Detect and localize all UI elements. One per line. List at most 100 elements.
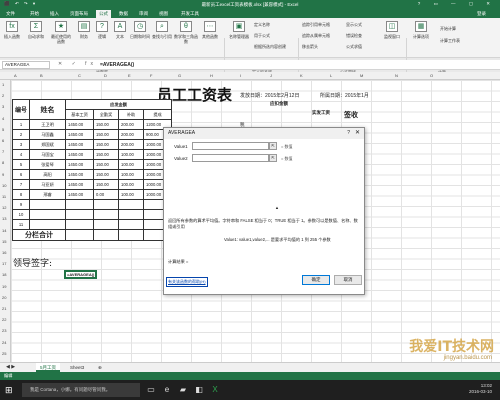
cell-no[interactable]: 1: [11, 119, 31, 130]
cell-name[interactable]: 马国鑫: [29, 129, 67, 140]
autosum-button[interactable]: Σ 自动求和: [26, 21, 46, 39]
remove-arrows-button[interactable]: 移去箭头: [302, 44, 318, 50]
row-header[interactable]: 19: [2, 284, 6, 289]
datetime-button[interactable]: ◷ 日期和时间: [130, 21, 150, 39]
row-header[interactable]: 1: [2, 82, 4, 87]
cell-name[interactable]: 张爱琴: [29, 159, 67, 170]
cell-base[interactable]: 1450.00: [65, 169, 95, 180]
row-header[interactable]: 10: [2, 183, 6, 188]
tab-home[interactable]: 开始: [27, 10, 42, 18]
excel-icon[interactable]: X: [210, 385, 220, 395]
sheet-tab-active[interactable]: 5月工资: [36, 363, 61, 372]
period[interactable]: 所属日期：2015年1月: [320, 92, 369, 99]
value1-input[interactable]: [192, 142, 269, 150]
insert-function-button[interactable]: fx 插入函数: [2, 21, 22, 39]
cell-no[interactable]: 4: [11, 149, 31, 160]
ok-button[interactable]: 确定: [302, 275, 330, 285]
row-header[interactable]: 2: [2, 93, 4, 98]
row-header[interactable]: 8: [2, 160, 4, 165]
column-header[interactable]: B: [40, 73, 43, 78]
cell-allowance[interactable]: 0.00: [93, 189, 120, 200]
value2-input[interactable]: [192, 154, 269, 162]
cell-subsidy[interactable]: 100.00: [118, 189, 145, 200]
windows-start-icon[interactable]: ⊞: [5, 385, 15, 395]
edge-icon[interactable]: e: [162, 385, 172, 395]
header-payable[interactable]: 应发金额: [65, 99, 173, 110]
tab-file[interactable]: 文件: [3, 10, 18, 18]
cell-name[interactable]: 马亚妍: [29, 179, 67, 190]
cell-allowance[interactable]: 150.00: [93, 159, 120, 170]
row-header[interactable]: 18: [2, 272, 6, 277]
cell-no[interactable]: 8: [11, 189, 31, 200]
header-no[interactable]: 编号: [11, 99, 31, 120]
cell-allowance[interactable]: 150.00: [93, 149, 120, 160]
cell-allowance[interactable]: 150.00: [93, 169, 120, 180]
cell-allowance[interactable]: [93, 209, 120, 220]
scroll-up-icon[interactable]: ▲: [275, 205, 279, 210]
column-header[interactable]: C: [78, 73, 81, 78]
cell-allowance[interactable]: 150.00: [93, 129, 120, 140]
cell-base[interactable]: 1450.00: [65, 189, 95, 200]
cell-name[interactable]: 邢睿: [29, 189, 67, 200]
cell-no[interactable]: 7: [11, 179, 31, 190]
cell-subsidy[interactable]: 200.00: [118, 119, 145, 130]
row-header[interactable]: 9: [2, 172, 4, 177]
math-button[interactable]: θ 数学和三角函数: [174, 21, 198, 44]
cancel-button[interactable]: 取消: [334, 275, 362, 285]
cell-subsidy[interactable]: 100.00: [118, 169, 145, 180]
cell-subsidy[interactable]: 100.00: [118, 179, 145, 190]
create-from-selection-button[interactable]: 根据所选内容创建: [254, 44, 286, 50]
formula-buttons[interactable]: ✕ ✓ fx: [58, 61, 97, 67]
row-header[interactable]: 25: [2, 351, 6, 356]
collapse-dialog-icon[interactable]: ⇱: [269, 142, 277, 150]
calc-sheet-button[interactable]: 计算工作表: [440, 38, 460, 44]
tab-insert[interactable]: 插入: [47, 10, 62, 18]
column-header[interactable]: H: [210, 73, 213, 78]
header-deduct[interactable]: 应扣金额: [270, 101, 288, 107]
formula-input[interactable]: =AVERAGEA(): [100, 62, 134, 68]
evaluate-formula-button[interactable]: 公式求值: [346, 44, 362, 50]
row-header[interactable]: 20: [2, 295, 6, 300]
name-box[interactable]: AVERAGEA: [2, 61, 50, 69]
active-cell-editor[interactable]: =AVERAGEA(): [64, 270, 97, 279]
row-header[interactable]: 7: [2, 149, 4, 154]
help-icon[interactable]: ?: [347, 130, 350, 136]
cell-name[interactable]: 马国宝: [29, 149, 67, 160]
cell-base[interactable]: [65, 219, 95, 230]
watch-window-button[interactable]: ◫ 监视窗口: [382, 21, 402, 39]
cell-name[interactable]: 郑国斌: [29, 139, 67, 150]
column-header[interactable]: N: [395, 73, 398, 78]
trace-dependents-button[interactable]: 追踪从属单元格: [302, 33, 330, 39]
row-header[interactable]: 16: [2, 250, 6, 255]
header-name[interactable]: 姓名: [29, 99, 67, 120]
cell-base[interactable]: 1450.00: [65, 179, 95, 190]
row-header[interactable]: 23: [2, 328, 6, 333]
sheet-nav-arrows[interactable]: ◀ ▶: [2, 363, 19, 372]
row-header[interactable]: 12: [2, 205, 6, 210]
row-header[interactable]: 13: [2, 216, 6, 221]
cell-base[interactable]: 1450.00: [65, 159, 95, 170]
sign-in-link[interactable]: 登录: [474, 10, 489, 18]
column-header[interactable]: G: [178, 73, 181, 78]
financial-button[interactable]: ▤ 财务: [76, 21, 92, 39]
cell-name[interactable]: [29, 199, 67, 210]
cell-no[interactable]: 10: [11, 209, 31, 220]
error-checking-button[interactable]: 错误检查: [346, 33, 362, 39]
cell-no[interactable]: 11: [11, 219, 31, 230]
row-header[interactable]: 22: [2, 317, 6, 322]
cell-no[interactable]: 6: [11, 169, 31, 180]
cell-name[interactable]: 高阳: [29, 169, 67, 180]
logical-button[interactable]: ? 逻辑: [94, 21, 110, 39]
explorer-icon[interactable]: ▰: [178, 385, 188, 395]
column-header[interactable]: J: [270, 73, 272, 78]
sheet-tab[interactable]: Sheet3: [66, 363, 88, 372]
collapse-dialog-icon[interactable]: ⇱: [269, 154, 277, 162]
row-header[interactable]: 14: [2, 228, 6, 233]
calc-options-button[interactable]: ▦ 计算选项: [410, 21, 432, 39]
header-allowance[interactable]: 全勤奖: [93, 109, 120, 120]
cell-base[interactable]: [65, 199, 95, 210]
column-header[interactable]: A: [14, 73, 17, 78]
cell-subsidy[interactable]: [118, 219, 145, 230]
leader-signature-label[interactable]: 领导签字:: [13, 256, 52, 269]
recent-functions-button[interactable]: ★ 最近使用的函数: [50, 21, 72, 44]
